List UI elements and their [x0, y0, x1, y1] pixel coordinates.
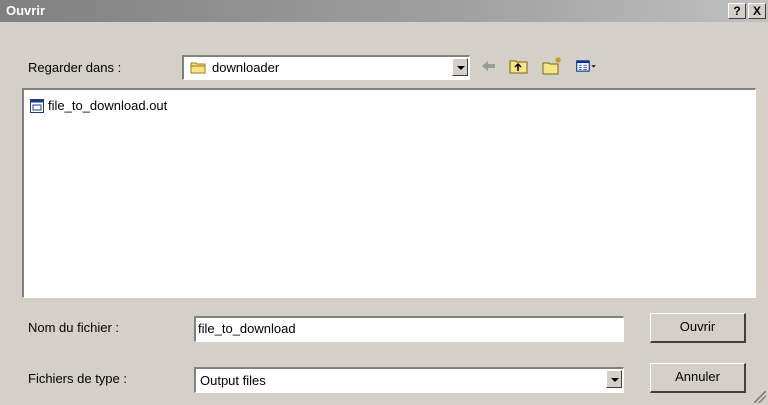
file-name-label: Nom du fichier :	[28, 320, 120, 335]
close-button[interactable]: X	[748, 3, 766, 19]
open-file-dialog: Ouvrir ? X Regarder dans : downloader fi…	[0, 0, 768, 405]
resize-grip-icon[interactable]	[754, 391, 766, 403]
file-type-label: Fichiers de type :	[28, 371, 127, 386]
back-arrow-icon[interactable]	[478, 55, 500, 77]
open-button[interactable]: Ouvrir	[650, 313, 746, 343]
view-menu-icon[interactable]	[576, 55, 598, 77]
file-name: file_to_download.out	[48, 98, 168, 113]
file-type-dropdown-arrow[interactable]	[606, 370, 622, 388]
new-folder-icon[interactable]	[541, 55, 563, 77]
file-icon	[30, 99, 44, 113]
cancel-button[interactable]: Annuler	[650, 363, 746, 393]
look-in-label: Regarder dans :	[28, 60, 122, 75]
file-type-dropdown[interactable]: Output files	[194, 367, 624, 393]
look-in-value: downloader	[212, 60, 280, 75]
file-list[interactable]: file_to_download.out	[22, 88, 756, 298]
help-button[interactable]: ?	[728, 3, 746, 19]
title-bar[interactable]: Ouvrir ? X	[0, 0, 768, 22]
window-title: Ouvrir	[6, 3, 46, 18]
folder-icon	[190, 62, 206, 74]
file-name-field[interactable]	[194, 316, 624, 342]
file-name-input[interactable]	[198, 321, 598, 336]
look-in-dropdown-arrow[interactable]	[452, 58, 468, 76]
file-type-value: Output files	[200, 373, 266, 388]
look-in-dropdown[interactable]: downloader	[182, 55, 470, 80]
up-folder-icon[interactable]	[508, 55, 530, 77]
